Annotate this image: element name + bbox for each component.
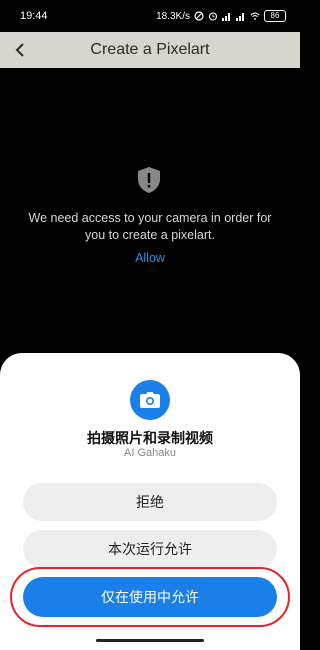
allow-link[interactable]: Allow (0, 251, 300, 265)
back-arrow-icon (15, 43, 24, 57)
camera-permission-screen: We need access to your camera in order f… (0, 68, 300, 353)
alarm-icon (208, 12, 218, 21)
allow-while-using-button[interactable]: 仅在使用中允许 (23, 577, 277, 617)
shield-warning-icon (138, 167, 160, 193)
do-not-disturb-icon (194, 11, 204, 21)
battery-icon: 86 (264, 10, 286, 22)
signal-2-icon (236, 13, 244, 21)
status-bar: 19:44 18.3K/s 86 (0, 0, 300, 32)
app-bar: Create a Pixelart (0, 32, 300, 68)
signal-icon (222, 13, 230, 21)
network-speed: 18.3K/s (156, 10, 190, 22)
camera-icon-circle (130, 380, 170, 420)
deny-button[interactable]: 拒绝 (23, 483, 277, 521)
back-button[interactable] (0, 32, 40, 68)
home-indicator[interactable] (96, 639, 204, 642)
camera-icon (140, 392, 160, 408)
permission-message: We need access to your camera in order f… (28, 211, 272, 242)
app-name: AI Gahaku (124, 447, 176, 459)
allow-once-button[interactable]: 本次运行允许 (23, 530, 277, 568)
status-time: 19:44 (20, 10, 48, 22)
status-icons: 18.3K/s 86 (156, 10, 286, 22)
permission-dialog: 拍摄照片和录制视频 AI Gahaku 拒绝 本次运行允许 仅在使用中允许 (0, 353, 300, 650)
wifi-icon (250, 12, 260, 20)
dialog-title: 拍摄照片和录制视频 (87, 430, 213, 446)
page-title: Create a Pixelart (90, 41, 210, 58)
